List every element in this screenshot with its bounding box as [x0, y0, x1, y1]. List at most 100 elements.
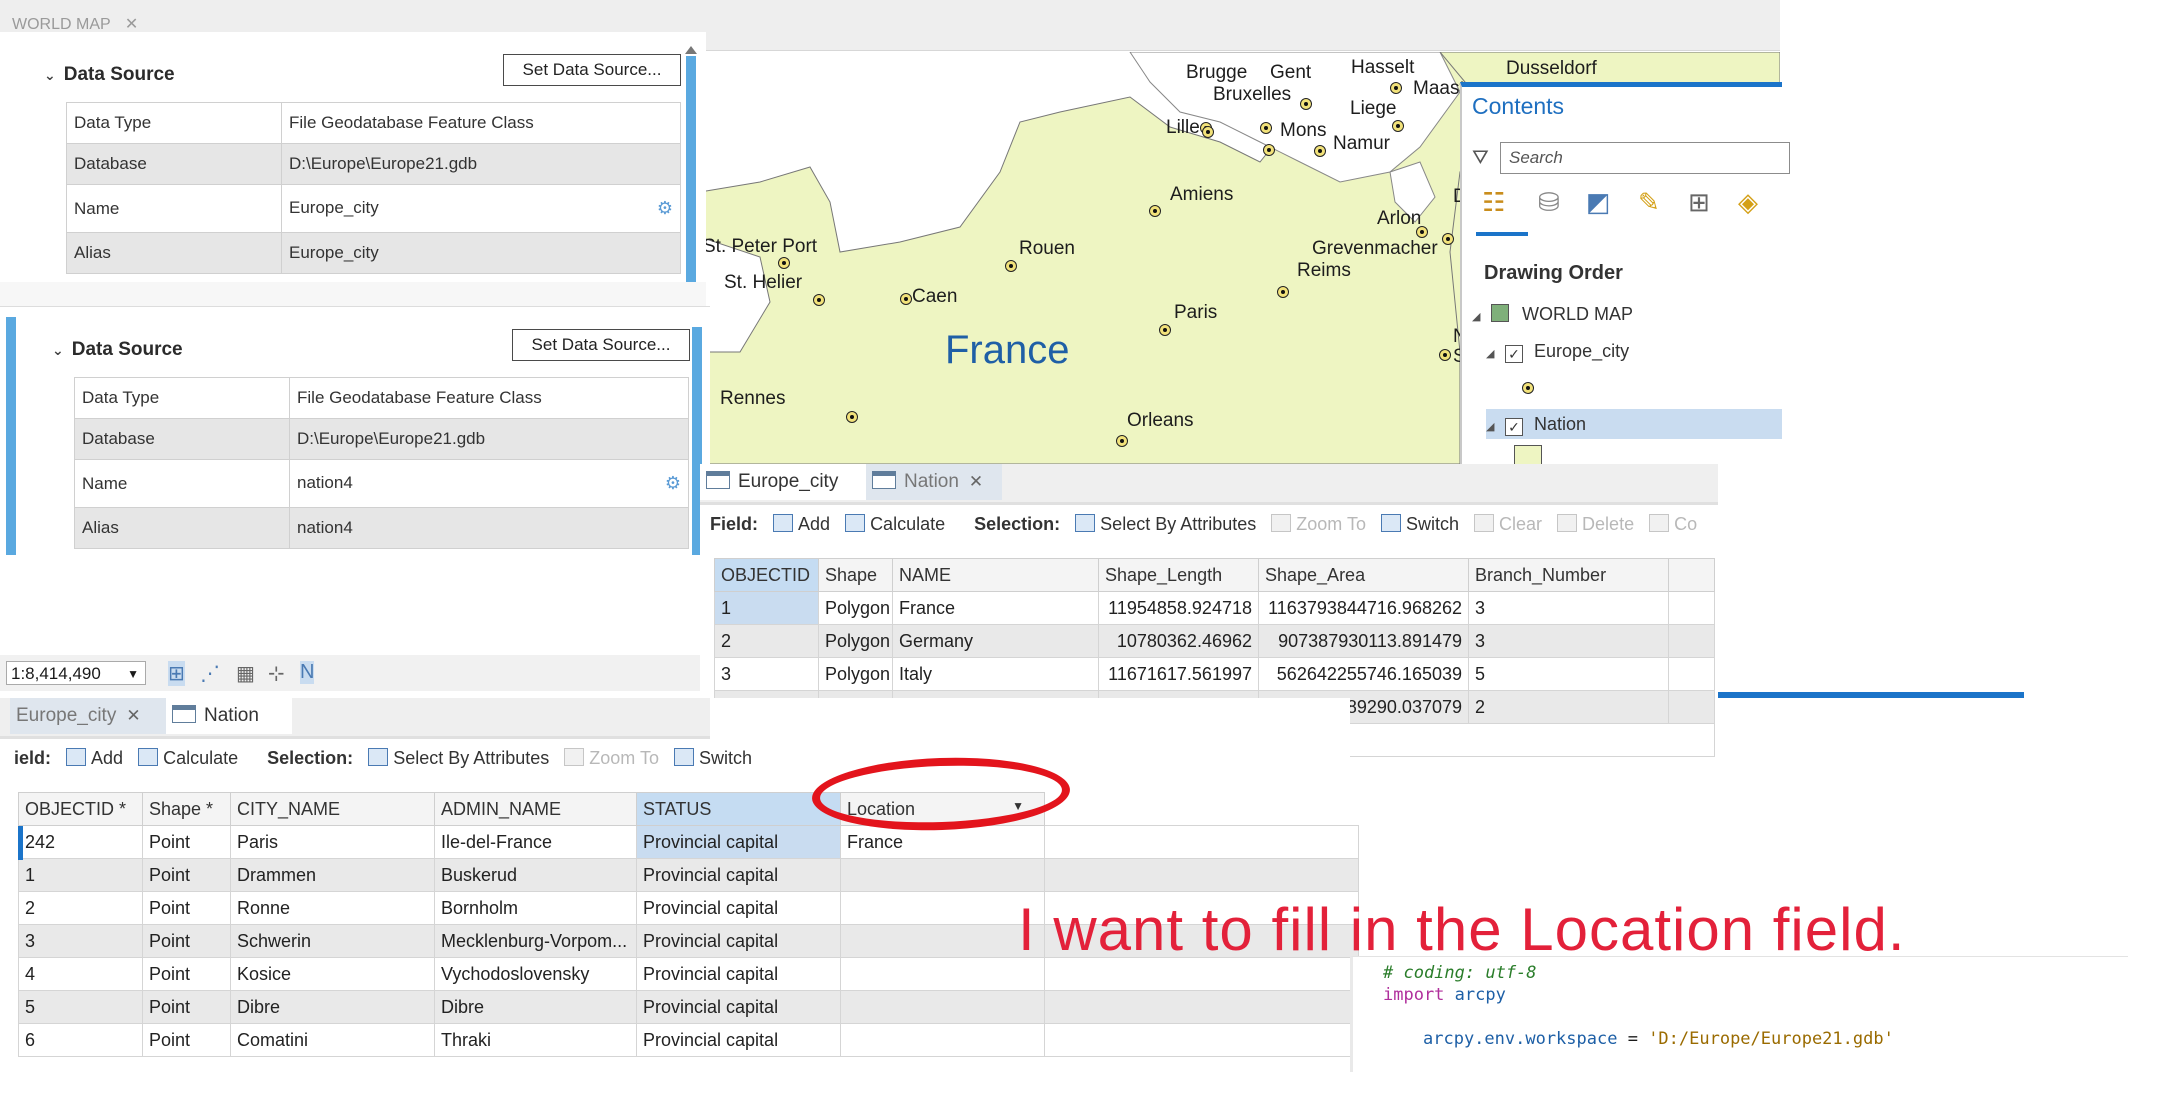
delete-button[interactable]: Delete	[1557, 514, 1634, 534]
cell[interactable]: Polygon	[818, 591, 893, 625]
close-icon[interactable]: ✕	[126, 706, 140, 725]
cell[interactable]: Provincial capital	[636, 924, 841, 958]
city-dot[interactable]	[1392, 120, 1404, 132]
cell[interactable]: Point	[142, 924, 231, 958]
cell[interactable]: Point	[142, 1023, 231, 1057]
search-input[interactable]: Search	[1500, 142, 1790, 174]
cell[interactable]: 1	[18, 858, 143, 892]
table-row[interactable]: 5 Point Dibre Dibre Provincial capital	[18, 990, 1359, 1024]
data-source-header[interactable]: ⌄ Data Source	[44, 64, 175, 86]
city-dot[interactable]	[1149, 205, 1161, 217]
switch-button[interactable]: Switch	[674, 748, 752, 768]
city-dot[interactable]	[778, 257, 790, 269]
cell[interactable]: Dibre	[230, 990, 435, 1024]
cell[interactable]: 3	[714, 657, 819, 691]
cell[interactable]: France	[892, 591, 1099, 625]
cell[interactable]: Vychodoslovensky	[434, 957, 637, 991]
crosshair-icon[interactable]: ⊹	[268, 661, 285, 686]
cell[interactable]: Point	[142, 957, 231, 991]
snap-icon[interactable]: ⋰	[200, 661, 220, 686]
cell[interactable]: 2	[18, 891, 143, 925]
cell[interactable]: France	[840, 825, 1045, 859]
cell[interactable]: Point	[142, 990, 231, 1024]
grid-icon[interactable]: ⊞	[168, 661, 185, 686]
table-row[interactable]: 6 Point Comatini Thraki Provincial capit…	[18, 1023, 1359, 1057]
city-dot[interactable]	[1442, 233, 1454, 245]
cell[interactable]: 1163793844716.968262	[1258, 591, 1469, 625]
column-header[interactable]: ADMIN_NAME	[434, 792, 637, 826]
table-grid-icon[interactable]: ▦	[236, 661, 255, 686]
table-row[interactable]: 3 Polygon Italy 11671617.561997 56264225…	[714, 657, 1715, 691]
collapse-icon[interactable]: ◢	[1486, 347, 1500, 360]
city-dot[interactable]	[846, 411, 858, 423]
calculate-field-button[interactable]: Calculate	[138, 748, 238, 768]
cell[interactable]: Schwerin	[230, 924, 435, 958]
edit-name-icon[interactable]: ⚙	[665, 473, 681, 494]
cell[interactable]	[840, 891, 1045, 925]
city-dot[interactable]	[1439, 349, 1451, 361]
city-dot[interactable]	[1416, 226, 1428, 238]
tab-nation[interactable]: Nation ✕	[866, 464, 1002, 500]
set-data-source-button[interactable]: Set Data Source...	[512, 329, 690, 361]
code-editor[interactable]: # coding: utf-8 import arcpy arcpy.env.w…	[1350, 956, 2128, 1072]
cell[interactable]: Germany	[892, 624, 1099, 658]
tab-europe-city[interactable]: Europe_city	[700, 464, 866, 500]
select-by-attributes-button[interactable]: Select By Attributes	[368, 748, 549, 768]
column-header[interactable]: NAME	[892, 558, 1099, 592]
city-dot[interactable]	[1390, 82, 1402, 94]
cell[interactable]: Provincial capital	[636, 825, 841, 859]
data-source-header[interactable]: ⌄ Data Source	[52, 339, 183, 361]
city-dot[interactable]	[1300, 98, 1312, 110]
cell[interactable]: Thraki	[434, 1023, 637, 1057]
list-by-drawing-order-icon[interactable]: ☷	[1482, 187, 1505, 218]
cell[interactable]: 907387930113.891479	[1258, 624, 1469, 658]
cell[interactable]: Italy	[892, 657, 1099, 691]
scroll-up-icon[interactable]	[685, 46, 697, 54]
cell[interactable]: 562642255746.165039	[1258, 657, 1469, 691]
cell[interactable]: Provincial capital	[636, 891, 841, 925]
table-row[interactable]: 242 Point Paris Ile-del-France Provincia…	[18, 825, 1359, 859]
row-selector[interactable]	[18, 826, 23, 860]
tree-layer-nation[interactable]: ◢ ✓ Nation	[1486, 409, 1782, 439]
cell[interactable]: Provincial capital	[636, 858, 841, 892]
cell[interactable]: Point	[142, 891, 231, 925]
layer-checkbox[interactable]: ✓	[1505, 345, 1524, 363]
table-row[interactable]: 2 Polygon Germany 10780362.46962 9073879…	[714, 624, 1715, 658]
cell[interactable]: 2	[714, 624, 819, 658]
city-dot[interactable]	[1277, 286, 1289, 298]
selection-icon[interactable]: ◩	[1586, 187, 1611, 218]
chevron-down-icon[interactable]: ▼	[127, 662, 139, 686]
scrollbar[interactable]	[686, 56, 696, 284]
city-dot[interactable]	[1202, 126, 1214, 138]
city-dot[interactable]	[1260, 122, 1272, 134]
collapse-icon[interactable]: ◢	[1486, 412, 1500, 442]
cell[interactable]: Dibre	[434, 990, 637, 1024]
switch-button[interactable]: Switch	[1380, 514, 1459, 534]
tree-layer-europe-city[interactable]: ◢ ✓ Europe_city	[1486, 341, 1629, 363]
city-dot[interactable]	[1263, 144, 1275, 156]
cell[interactable]: Kosice	[230, 957, 435, 991]
column-header[interactable]: STATUS	[636, 792, 841, 826]
edit-name-icon[interactable]: ⚙	[657, 198, 673, 219]
column-header[interactable]: Shape	[818, 558, 893, 592]
chevron-down-icon[interactable]: ⌄	[44, 67, 56, 84]
scale-dropdown[interactable]: 1:8,414,490 ▼	[6, 661, 146, 685]
calculate-field-button[interactable]: Calculate	[845, 514, 945, 534]
copy-button[interactable]: Co	[1649, 514, 1697, 534]
column-header[interactable]: Branch_Number	[1468, 558, 1669, 592]
table-row[interactable]: 1 Polygon France 11954858.924718 1163793…	[714, 591, 1715, 625]
layer-checkbox[interactable]: ✓	[1505, 418, 1524, 436]
column-header[interactable]: OBJECTID *	[18, 792, 143, 826]
cell[interactable]: Polygon	[818, 624, 893, 658]
cell[interactable]: 10780362.46962	[1098, 624, 1259, 658]
close-icon[interactable]: ✕	[125, 16, 138, 33]
column-header[interactable]: Shape_Area	[1258, 558, 1469, 592]
cell[interactable]: Drammen	[230, 858, 435, 892]
cell[interactable]: Paris	[230, 825, 435, 859]
clear-button[interactable]: Clear	[1474, 514, 1542, 534]
city-dot[interactable]	[813, 294, 825, 306]
database-icon[interactable]: ⛁	[1538, 187, 1560, 218]
cell[interactable]: Mecklenburg-Vorpom...	[434, 924, 637, 958]
city-dot[interactable]	[900, 293, 912, 305]
city-dot[interactable]	[1159, 324, 1171, 336]
